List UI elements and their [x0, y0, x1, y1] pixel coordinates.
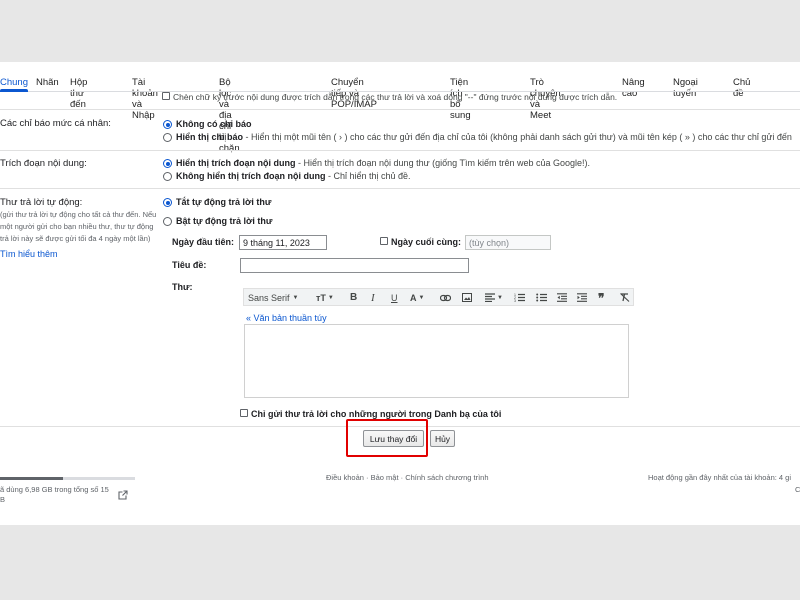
italic-icon[interactable]: I: [371, 291, 375, 304]
font-family-value: Sans Serif: [248, 292, 290, 303]
numbered-list-icon[interactable]: 123: [514, 291, 525, 304]
vacation-help-line-1: (gửi thư trả lời tự động cho tất cả thư …: [0, 210, 157, 219]
formatting-toolbar: Sans Serif ▼ тT ▼ B I U A ▼ ▼ 123 ❞: [243, 288, 634, 306]
vacation-help-line-2: một người gửi cho bạn nhiều thư, thư tự …: [0, 222, 154, 231]
tab-offline[interactable]: Ngoại tuyến: [673, 77, 698, 99]
vacation-off-radio[interactable]: [163, 198, 172, 207]
row-divider: [0, 188, 800, 189]
signature-option-text: Chèn chữ ký trước nội dung được trích dẫ…: [173, 92, 618, 102]
tab-advanced[interactable]: Nâng cao: [622, 77, 645, 99]
vacation-off-label: Tắt tự động trả lời thư: [176, 197, 272, 207]
external-link-icon[interactable]: [118, 487, 128, 505]
account-activity-details[interactable]: C: [795, 485, 800, 494]
vacation-help-line-3: trả lời này sẽ được gửi tối đa 4 ngày mộ…: [0, 234, 151, 243]
bullet-list-icon[interactable]: [536, 291, 547, 304]
vacation-on-label: Bật tự động trả lời thư: [176, 216, 273, 226]
indicators-label: Các chỉ báo mức cá nhân:: [0, 118, 111, 129]
vacation-on-radio[interactable]: [163, 217, 172, 226]
svg-text:3: 3: [514, 299, 516, 302]
learn-more-link[interactable]: Tìm hiểu thêm: [0, 249, 58, 259]
first-day-input[interactable]: 9 tháng 11, 2023: [239, 235, 327, 250]
tab-inbox[interactable]: Hộp thư đến: [70, 77, 87, 110]
remove-formatting-icon[interactable]: [620, 291, 630, 304]
no-snippets-label: Không hiển thị trích đoạn nội dung - Chỉ…: [176, 171, 411, 181]
message-label: Thư:: [172, 282, 193, 292]
row-divider: [0, 109, 800, 110]
storage-fill: [0, 477, 63, 480]
last-day-input[interactable]: (tùy chọn): [465, 235, 551, 250]
cancel-button[interactable]: Hủy: [430, 430, 455, 447]
no-indicators-label: Không có chỉ báo: [176, 119, 252, 129]
contacts-only-label: Chỉ gửi thư trả lời cho những người tron…: [251, 409, 502, 419]
tab-labels[interactable]: Nhãn: [36, 77, 59, 88]
show-indicators-label: Hiển thị chỉ báo - Hiển thị một mũi tên …: [176, 132, 792, 142]
image-icon[interactable]: [462, 291, 472, 304]
show-snippets-label: Hiển thị trích đoạn nội dung - Hiển thị …: [176, 158, 590, 168]
footer-links[interactable]: Điều khoản · Bảo mật · Chính sách chương…: [326, 473, 489, 482]
subject-label: Tiêu đề:: [172, 260, 207, 270]
subject-input[interactable]: [240, 258, 469, 273]
first-day-label: Ngày đầu tiên:: [172, 237, 235, 247]
chevron-down-icon: ▼: [292, 294, 299, 301]
last-day-checkbox[interactable]: [380, 237, 388, 245]
tab-general[interactable]: Chung: [0, 77, 28, 88]
tab-accounts[interactable]: Tài khoản và Nhập: [132, 77, 158, 121]
font-family-select[interactable]: Sans Serif ▼: [248, 291, 298, 304]
no-indicators-radio[interactable]: [163, 120, 172, 129]
no-snippets-title: Không hiển thị trích đoạn nội dung: [176, 171, 326, 181]
link-icon[interactable]: [440, 291, 451, 304]
show-snippets-desc: - Hiển thị trích đoạn nội dung thư (giốn…: [295, 158, 591, 168]
save-highlight-box: [346, 419, 428, 457]
underline-icon[interactable]: U: [391, 291, 398, 304]
vacation-label: Thư trả lời tự động:: [0, 197, 83, 208]
text-color-icon[interactable]: A ▼: [410, 291, 424, 304]
contacts-only-checkbox[interactable]: [240, 409, 248, 417]
quote-icon[interactable]: ❞: [598, 291, 604, 305]
storage-bar: [0, 477, 135, 480]
no-snippets-radio[interactable]: [163, 172, 172, 181]
show-indicators-desc: - Hiển thị một mũi tên ( › ) cho các thư…: [243, 132, 792, 142]
snippets-label: Trích đoạn nội dung:: [0, 158, 87, 169]
active-tab-indicator: [0, 89, 28, 92]
no-snippets-desc: - Chỉ hiển thị chủ đề.: [325, 171, 411, 181]
plain-text-link[interactable]: « Văn bản thuần túy: [246, 313, 327, 323]
indent-more-icon[interactable]: [577, 291, 587, 304]
font-size-icon[interactable]: тT ▼: [316, 291, 334, 304]
indent-less-icon[interactable]: [557, 291, 567, 304]
signature-checkbox[interactable]: [162, 92, 170, 100]
account-activity: Hoạt động gần đây nhất của tài khoản: 4 …: [648, 473, 792, 482]
show-indicators-title: Hiển thị chỉ báo: [176, 132, 244, 142]
row-divider: [0, 150, 800, 151]
storage-text-line-2: B: [0, 495, 6, 504]
align-icon[interactable]: ▼: [485, 291, 503, 304]
last-day-label: Ngày cuối cùng:: [391, 237, 462, 247]
show-snippets-radio[interactable]: [163, 159, 172, 168]
storage-text-line-1: ã dùng 6,98 GB trong tổng số 15: [0, 485, 109, 494]
settings-panel: Chung Nhãn Hộp thư đến Tài khoản và Nhập…: [0, 62, 800, 525]
bold-icon[interactable]: B: [350, 291, 357, 304]
tab-filters[interactable]: Bộ lọc và địa chỉ bị chặn: [219, 77, 240, 154]
tab-themes[interactable]: Chủ đề: [733, 77, 750, 99]
show-indicators-radio[interactable]: [163, 133, 172, 142]
message-editor[interactable]: [244, 324, 629, 398]
show-snippets-title: Hiển thị trích đoạn nội dung: [176, 158, 296, 168]
